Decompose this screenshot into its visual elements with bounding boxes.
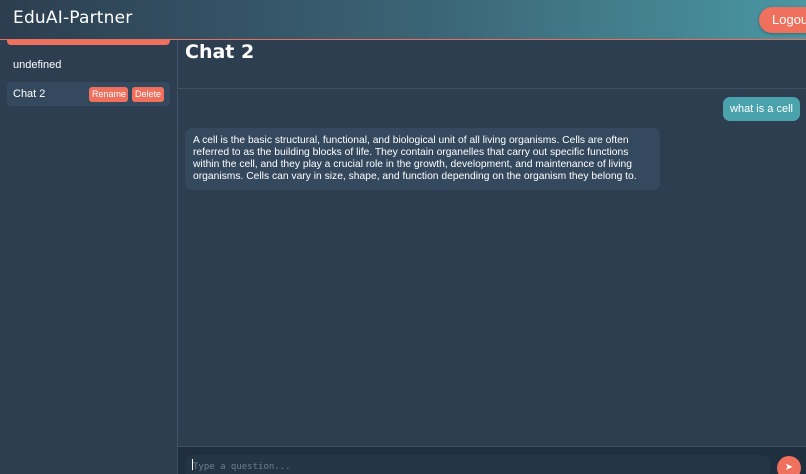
sidebar: undefined Chat 2 Rename Delete (0, 40, 178, 474)
rename-button[interactable]: Rename (89, 87, 128, 102)
chat-panel: Chat 2 what is a cell A cell is the basi… (178, 40, 806, 474)
question-input[interactable] (185, 455, 770, 474)
app-header: EduAI-Partner Logout (0, 0, 806, 40)
sidebar-item-chat-2[interactable]: Chat 2 Rename Delete (7, 82, 170, 106)
brand-title: EduAI-Partner (13, 8, 133, 28)
input-bar: ➤ (178, 446, 806, 474)
send-icon: ➤ (784, 462, 794, 473)
delete-button[interactable]: Delete (132, 87, 164, 102)
logout-button[interactable]: Logout (759, 7, 806, 33)
page-title: Chat 2 (185, 41, 255, 63)
sidebar-item-undefined[interactable]: undefined (7, 54, 170, 76)
assistant-message: A cell is the basic structural, function… (185, 128, 660, 190)
sidebar-item-label: Chat 2 (13, 88, 46, 100)
user-message: what is a cell (723, 97, 800, 121)
text-caret (192, 459, 193, 470)
divider (178, 88, 806, 89)
new-chat-button[interactable] (7, 40, 170, 45)
send-button[interactable]: ➤ (777, 456, 801, 474)
